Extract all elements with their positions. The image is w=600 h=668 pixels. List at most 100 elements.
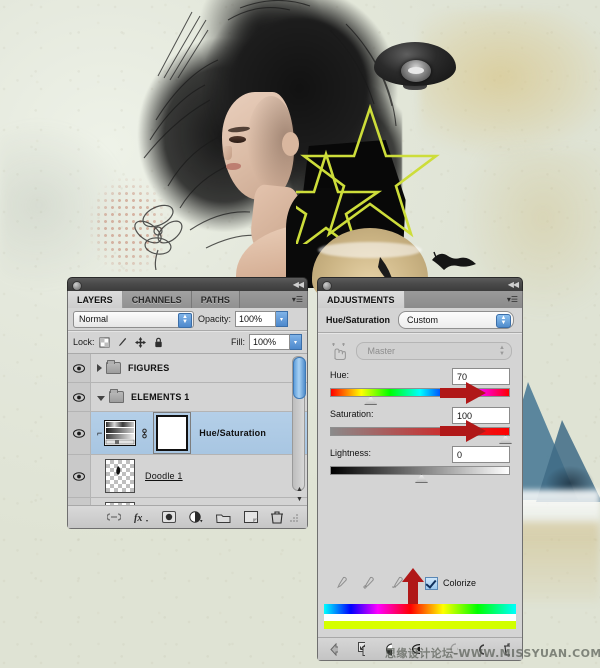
artwork-ufo-light [408,67,424,74]
new-layer-icon[interactable] [244,511,258,523]
eye-icon[interactable] [73,471,85,481]
opacity-spinner-icon[interactable]: ▾ [276,311,289,327]
table-row[interactable]: FIGURES [68,354,307,383]
eyedropper-group[interactable] [334,576,405,590]
lightness-slider-knob[interactable] [415,474,428,483]
layer-thumbnail[interactable] [105,502,135,505]
folder-icon [106,360,121,374]
tab-adjustments[interactable]: ADJUSTMENTS [318,291,405,308]
lock-icon-group[interactable] [98,336,164,348]
layer-visibility-toggle[interactable] [68,354,91,382]
blend-mode-spinner-icon[interactable]: ▲ ▼ [178,312,192,328]
adjustments-panel-titlebar[interactable]: ◀◀ [317,277,523,291]
scrollbar-thumb[interactable] [293,357,306,399]
clipping-mask-icon: ⌐ [97,428,103,438]
preset-select[interactable]: Custom ▲ ▼ [398,311,514,329]
layers-panel-titlebar[interactable]: ◀◀ [67,277,308,291]
lock-image-icon[interactable] [117,337,128,348]
layer-visibility-toggle[interactable] [68,412,91,454]
annotation-arrow-hue [440,382,486,404]
preset-spinner-icon[interactable]: ▲ ▼ [496,313,511,328]
layer-visibility-toggle[interactable] [68,383,91,411]
layers-panel-footer[interactable]: fx [68,505,307,528]
svg-text:fx: fx [134,513,142,523]
adjustments-panel-tabbar[interactable]: ADJUSTMENTS ▾☰ [317,291,523,308]
opacity-control[interactable]: 100% ▾ [235,311,289,327]
layer-mask-icon[interactable] [162,511,176,523]
clip-to-layer-icon[interactable] [357,642,366,656]
layers-panel-menu-icon[interactable]: ▾☰ [292,295,303,304]
artwork-bird-right [432,251,476,270]
lock-position-icon[interactable] [134,336,146,348]
colorize-row: Colorize [318,576,476,590]
layer-name: Doodle 1 [145,471,183,481]
layer-list-scrollbar[interactable] [292,356,306,491]
lightness-input[interactable]: 0 [452,446,510,463]
blend-mode-select[interactable]: Normal ▲ ▼ [73,310,194,328]
adjustment-layer-thumbnail[interactable] [104,420,137,446]
panel-close-icon[interactable] [322,280,332,291]
group-expand-collapse-icon[interactable] [97,396,105,401]
layer-style-fx-icon[interactable]: fx [134,512,149,523]
return-to-adjustment-list-icon[interactable] [330,642,338,656]
layer-visibility-toggle[interactable] [68,455,91,497]
channel-select[interactable]: Master ▲ ▼ [356,342,512,360]
lightness-slider-head: Lightness: 0 [330,446,510,463]
scroll-down-icon[interactable]: ▼ [296,496,303,503]
layer-mask-thumbnail[interactable] [153,412,192,454]
panel-collapse-icon[interactable]: ◀◀ [293,280,304,289]
delete-layer-icon[interactable] [271,510,283,524]
channel-row: Master ▲ ▼ [318,333,522,366]
table-row[interactable]: Scribble 2 [68,498,307,505]
panel-collapse-icon[interactable]: ◀◀ [508,280,519,289]
lock-all-icon[interactable] [153,337,164,348]
colorize-checkbox[interactable] [425,576,438,590]
scroll-up-icon[interactable]: ▲ [296,486,303,493]
table-row[interactable]: Doodle 1 [68,455,307,498]
opacity-input[interactable]: 100% [235,311,277,327]
tab-layers[interactable]: LAYERS [68,291,123,308]
layer-list[interactable]: FIGURES ELEMENTS 1 ⌐ Hue/Saturation Dood… [68,354,307,505]
channel-spinner-icon[interactable]: ▲ ▼ [499,345,505,357]
fill-label: Fill: [231,337,245,347]
lock-transparency-icon[interactable] [98,336,110,348]
tab-paths[interactable]: PATHS [191,291,240,308]
lightness-slider-track[interactable] [330,466,510,475]
table-row[interactable]: ⌐ Hue/Saturation [68,412,307,455]
blend-opacity-row: Normal ▲ ▼ Opacity: 100% ▾ [68,308,307,330]
eye-icon[interactable] [73,392,85,402]
watermark-text: 思缘设计论坛-WWW.MISSYUAN.COM [385,647,600,660]
layer-name: FIGURES [128,363,170,373]
on-image-adjust-icon[interactable] [330,342,346,360]
layer-thumbnail[interactable] [105,459,135,493]
panel-close-icon[interactable] [72,280,82,291]
resize-grip-icon[interactable] [290,513,299,522]
scroll-arrows[interactable]: ▲ ▼ [294,485,305,505]
annotation-arrow-colorize [402,568,424,604]
eyedropper-icon[interactable] [334,576,347,590]
artwork-nose [222,146,232,160]
hue-label: Hue: [330,370,350,380]
saturation-label: Saturation: [330,409,374,419]
eyedropper-add-icon[interactable] [361,576,376,590]
fill-control[interactable]: 100% ▾ [249,334,302,350]
adjustments-panel-menu-icon[interactable]: ▾☰ [507,295,518,304]
eye-icon[interactable] [73,363,85,373]
group-expand-collapse-icon[interactable] [97,364,102,372]
table-row[interactable]: ELEMENTS 1 [68,383,307,412]
layer-thumbnail-content [116,466,121,475]
colorize-checkbox-group[interactable]: Colorize [425,576,476,590]
fill-input[interactable]: 100% [249,334,290,350]
new-group-icon[interactable] [216,512,231,523]
lock-fill-row: Lock: Fill: 100% ▾ [68,331,307,353]
link-layers-icon[interactable] [107,512,121,522]
tab-channels[interactable]: CHANNELS [122,291,192,308]
layer-visibility-toggle[interactable] [68,498,91,505]
layers-panel-tabbar[interactable]: LAYERS CHANNELS PATHS ▾☰ [67,291,308,308]
layers-panel-body: Normal ▲ ▼ Opacity: 100% ▾ Lock: Fill: 1… [67,308,308,529]
layers-panel[interactable]: ◀◀ LAYERS CHANNELS PATHS ▾☰ Normal ▲ ▼ Op… [67,277,308,529]
eye-icon[interactable] [73,428,85,438]
link-mask-icon[interactable] [141,427,148,440]
fill-spinner-icon[interactable]: ▾ [290,334,302,350]
new-fill-adjustment-icon[interactable] [189,511,203,523]
